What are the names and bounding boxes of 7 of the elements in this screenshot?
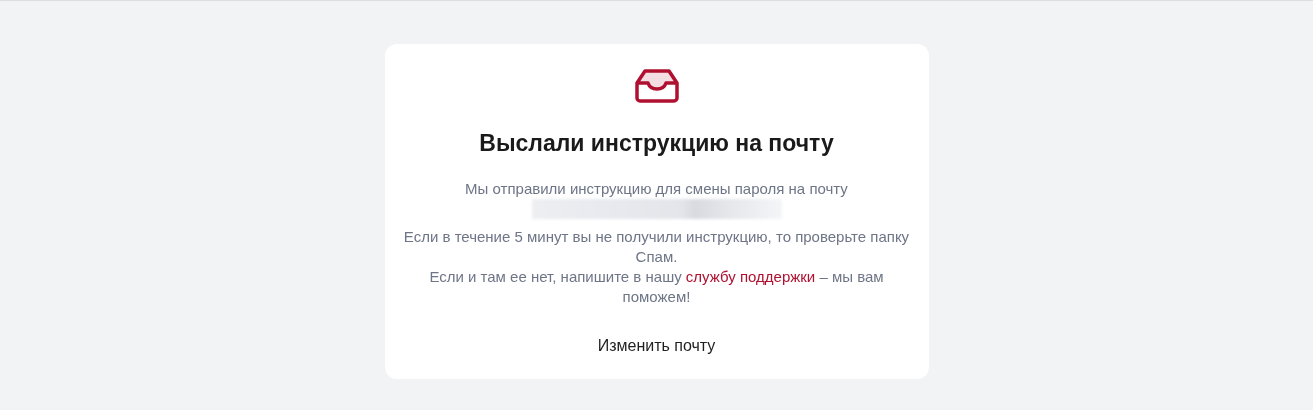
card-title: Выслали инструкцию на почту bbox=[479, 130, 834, 157]
change-email-button[interactable]: Изменить почту bbox=[589, 333, 724, 359]
inbox-tray-icon bbox=[633, 68, 680, 104]
sent-message: Мы отправили инструкцию для смены пароля на почту bbox=[465, 179, 848, 199]
support-message: Если и там ее нет, напишите в нашу службу поддержки – мы вам поможем! bbox=[428, 267, 885, 307]
support-link[interactable]: службу поддержки bbox=[685, 268, 816, 285]
spam-hint: Если в течение 5 минут вы не получили инструкцию, то проверьте папку Спам. bbox=[402, 227, 911, 267]
